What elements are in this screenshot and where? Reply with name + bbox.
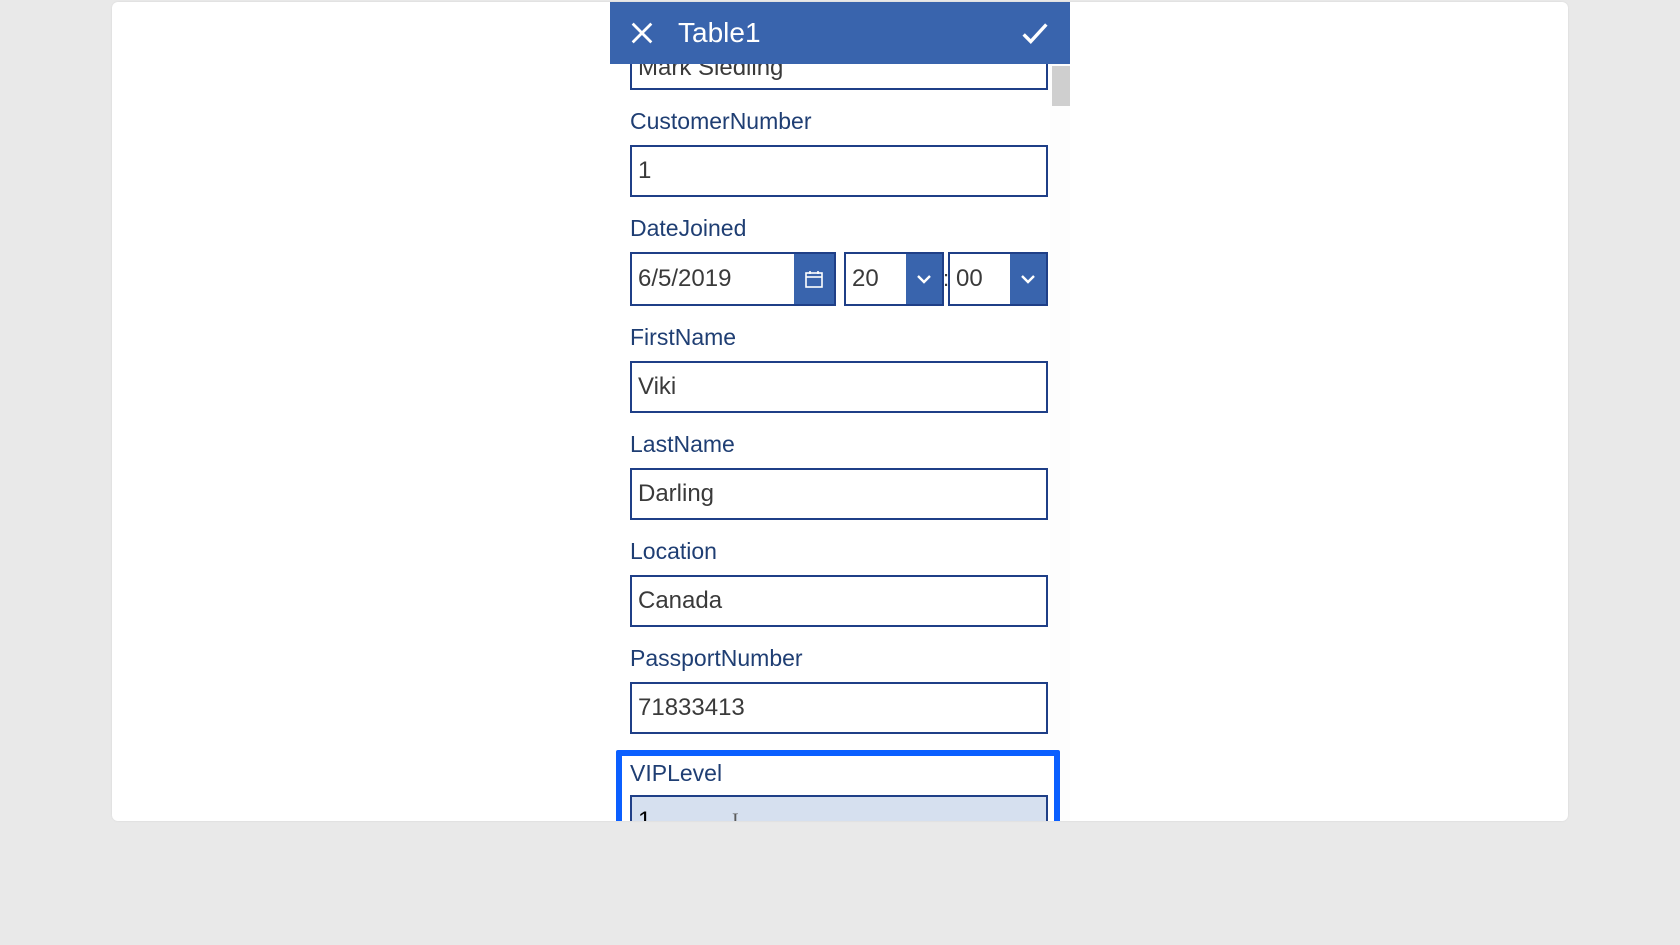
customer-number-input[interactable] <box>630 145 1048 197</box>
chevron-down-icon <box>1018 269 1038 289</box>
text-cursor-icon: I <box>732 810 739 822</box>
minute-dropdown-button[interactable] <box>1010 254 1046 304</box>
close-icon <box>628 19 656 47</box>
passport-number-label: PassportNumber <box>630 645 1050 672</box>
stage: Table1 CustomerNumber <box>112 2 1568 821</box>
top-cut-input[interactable] <box>630 64 1048 90</box>
date-joined-label: DateJoined <box>630 215 1050 242</box>
date-value: 6/5/2019 <box>632 254 794 304</box>
passport-number-field[interactable] <box>638 694 1040 722</box>
date-picker[interactable]: 6/5/2019 <box>630 252 836 306</box>
vip-level-highlight: VIPLevel I <box>616 750 1060 821</box>
minute-picker[interactable]: 00 <box>948 252 1048 306</box>
vip-level-label: VIPLevel <box>630 760 1046 787</box>
vip-level-field[interactable] <box>638 807 698 821</box>
customer-number-field[interactable] <box>638 157 1040 185</box>
last-name-field[interactable] <box>638 480 1040 508</box>
date-picker-button[interactable] <box>794 254 834 304</box>
customer-number-label: CustomerNumber <box>630 108 1050 135</box>
check-icon <box>1018 16 1052 50</box>
close-button[interactable] <box>628 19 656 47</box>
chevron-down-icon <box>914 269 934 289</box>
first-name-label: FirstName <box>630 324 1050 351</box>
passport-number-input[interactable] <box>630 682 1048 734</box>
confirm-button[interactable] <box>1018 16 1052 50</box>
first-name-field[interactable] <box>638 373 1040 401</box>
form-screen: Table1 CustomerNumber <box>610 2 1070 821</box>
hour-dropdown-button[interactable] <box>906 254 942 304</box>
location-field[interactable] <box>638 587 1040 615</box>
hour-picker[interactable]: 20 <box>844 252 944 306</box>
first-name-input[interactable] <box>630 361 1048 413</box>
screen-title: Table1 <box>678 17 1018 49</box>
last-name-label: LastName <box>630 431 1050 458</box>
title-bar: Table1 <box>610 2 1070 64</box>
last-name-input[interactable] <box>630 468 1048 520</box>
top-cut-field[interactable] <box>638 64 1040 82</box>
form: CustomerNumber DateJoined 6/5/2019 <box>610 64 1070 821</box>
date-joined-row: 6/5/2019 20 <box>630 252 1048 306</box>
minute-value: 00 <box>950 254 1010 304</box>
hour-value: 20 <box>846 254 906 304</box>
calendar-icon <box>804 269 824 289</box>
vip-level-input[interactable]: I <box>630 795 1048 821</box>
location-label: Location <box>630 538 1050 565</box>
form-body: CustomerNumber DateJoined 6/5/2019 <box>610 64 1070 821</box>
location-input[interactable] <box>630 575 1048 627</box>
